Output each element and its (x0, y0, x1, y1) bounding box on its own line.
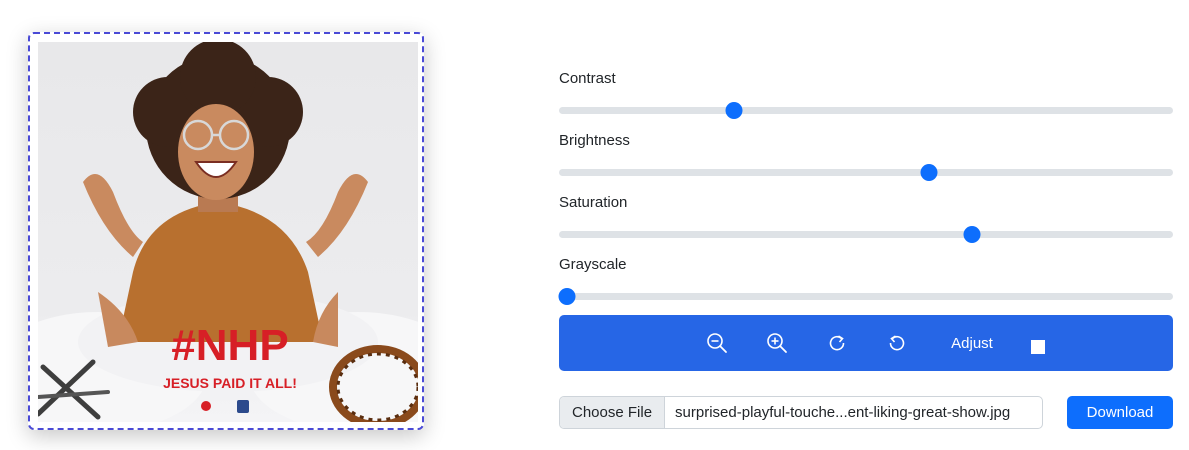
choose-file-button[interactable]: Choose File (560, 397, 666, 428)
rotate-left-button[interactable] (877, 323, 917, 363)
slider-label: Saturation (559, 194, 628, 211)
adjustment-controls: Contrast Brightness Saturation Grayscale (558, 66, 1173, 314)
logo-text: #NHP (171, 321, 288, 370)
adjust-checkbox[interactable] (1030, 340, 1045, 354)
brightness-slider[interactable] (559, 164, 1173, 181)
zoom-in-icon (767, 333, 788, 353)
slider-thumb[interactable] (725, 102, 743, 119)
download-button[interactable]: Download (1067, 396, 1173, 429)
grayscale-slider[interactable] (558, 288, 1173, 305)
slider-label: Grayscale (559, 256, 627, 273)
saturation-slider[interactable] (559, 226, 1173, 243)
slider-group-brightness: Brightness (559, 128, 1173, 190)
rotate-left-icon (889, 335, 905, 351)
contrast-slider[interactable] (559, 102, 1173, 119)
image-preview-frame: #NHP JESUS PAID IT ALL! (28, 32, 424, 430)
slider-thumb[interactable] (963, 226, 981, 243)
tagline-text: JESUS PAID IT ALL! (163, 375, 297, 391)
file-name-label: surprised-playful-touche...ent-liking-gr… (675, 404, 1011, 421)
preview-photo: #NHP JESUS PAID IT ALL! (38, 42, 418, 422)
zoom-out-button[interactable] (697, 323, 737, 363)
image-preview[interactable]: #NHP JESUS PAID IT ALL! (38, 42, 418, 422)
zoom-in-button[interactable] (757, 323, 797, 363)
slider-label: Contrast (559, 70, 616, 87)
rotate-right-button[interactable] (817, 323, 857, 363)
slider-thumb[interactable] (558, 288, 576, 305)
file-input[interactable]: Choose File surprised-playful-touche...e… (559, 396, 1043, 429)
rotate-right-icon (829, 335, 845, 351)
slider-label: Brightness (559, 132, 630, 149)
adjust-button[interactable]: Adjust (951, 335, 993, 352)
slider-thumb[interactable] (920, 164, 938, 181)
slider-group-saturation: Saturation (559, 190, 1173, 252)
zoom-out-icon (707, 333, 728, 353)
slider-group-grayscale: Grayscale (558, 252, 1173, 314)
slider-group-contrast: Contrast (559, 66, 1173, 128)
image-toolbar: Adjust (559, 315, 1173, 371)
